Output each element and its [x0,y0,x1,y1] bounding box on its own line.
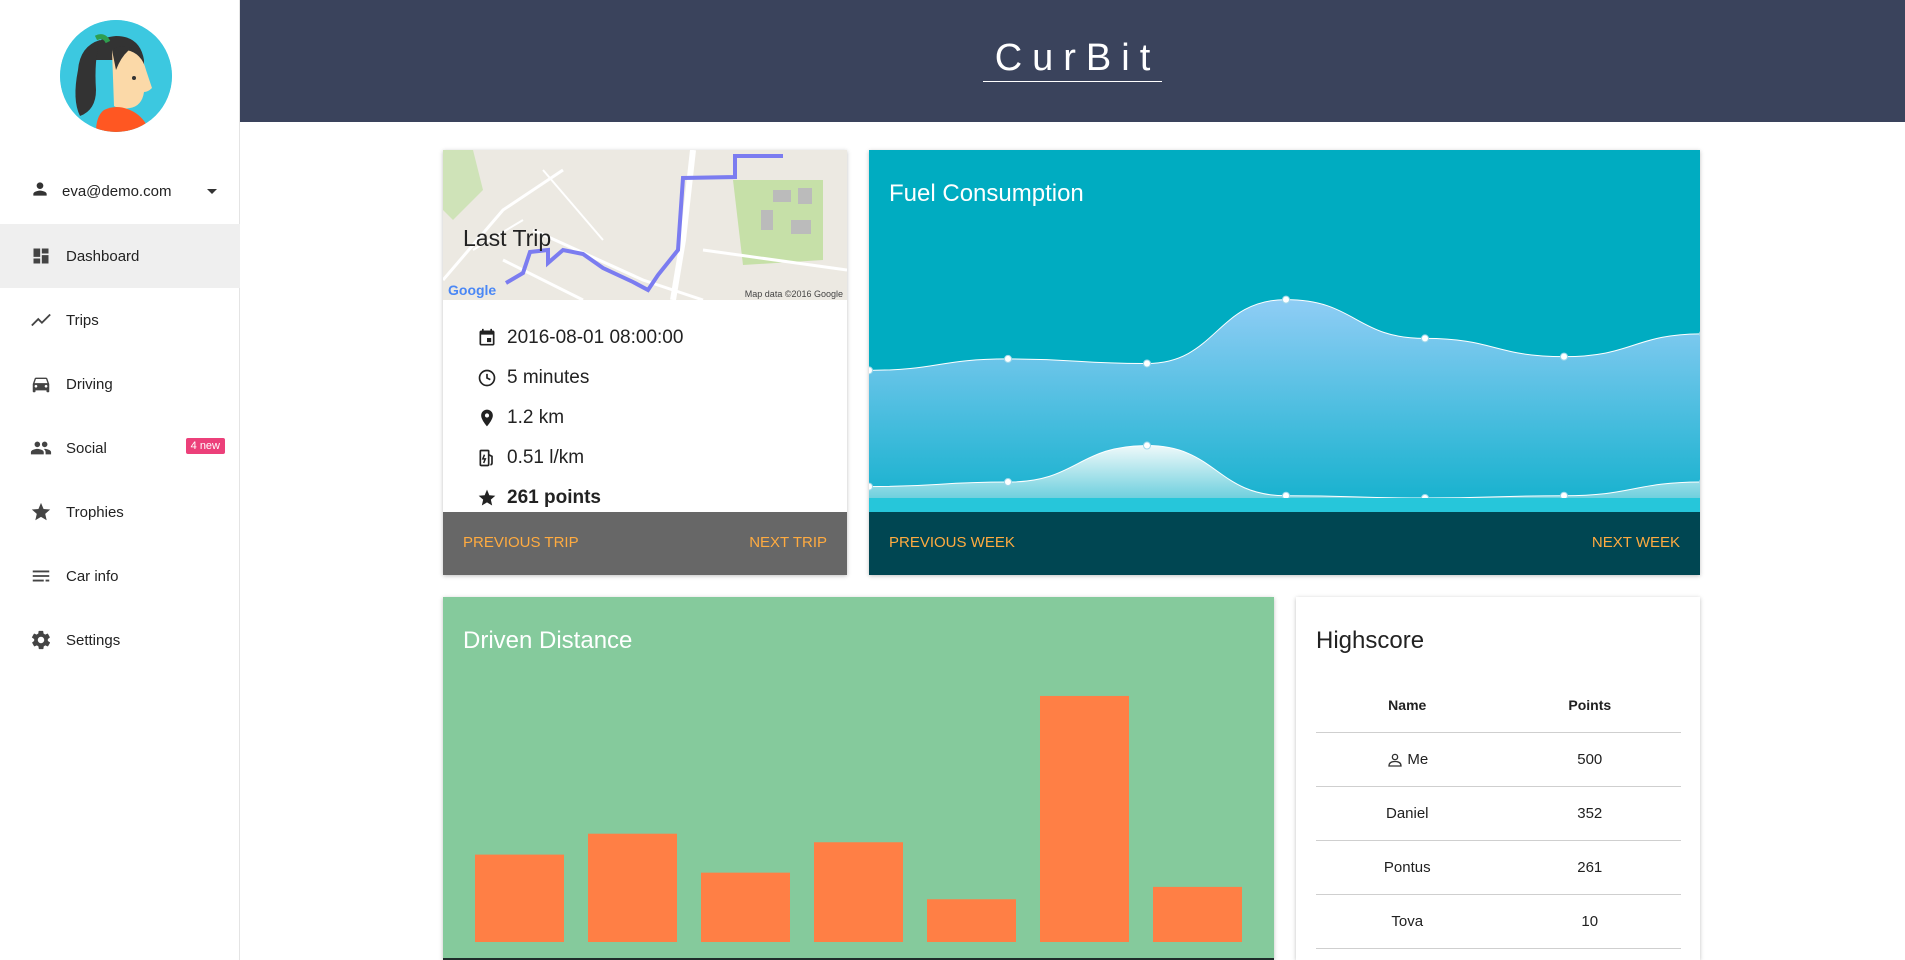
fuel-data-point[interactable] [1004,478,1012,487]
trip-distance: 1.2 km [507,407,565,428]
trending-up-icon [30,309,52,331]
highscore-card: Highscore Name Points Me 500 Daniel 352 [1296,597,1700,960]
name-cell: Daniel [1385,805,1429,822]
table-row[interactable]: Pontus 261 [1316,841,1681,895]
player-name: Me [1407,751,1429,768]
dashboard-icon [30,245,52,267]
user-menu[interactable]: eva@demo.com [0,170,240,212]
distance-bar[interactable] [814,842,903,942]
avatar-illustration [60,20,172,132]
distance-bar[interactable] [1040,695,1129,942]
people-icon [30,437,52,459]
fuel-chart-title: Fuel Consumption [889,180,1084,207]
sidebar-item-label: Driving [66,375,113,393]
highscore-table: Name Points Me 500 Daniel 352 Pontus 261 [1316,677,1681,949]
trip-map[interactable]: Last Trip Google Map data ©2016 Google [443,150,847,300]
sidebar-item-dashboard[interactable]: Dashboard [0,224,240,288]
trip-card-actions: PREVIOUS TRIP NEXT TRIP [443,512,847,575]
distance-bar[interactable] [701,872,790,942]
driven-distance-chart [443,695,1274,960]
fuel-data-point[interactable] [1004,354,1012,363]
list-icon [30,565,52,587]
fuel-data-point[interactable] [869,482,873,491]
map-title: Last Trip [463,225,552,251]
points-cell: 10 [1581,913,1599,930]
name-cell: Pontus [1383,859,1431,876]
trip-consumption: 0.51 l/km [507,447,585,468]
app-root: eva@demo.com Dashboard Trips Driving Soc… [0,0,1905,960]
last-trip-card: Last Trip Google Map data ©2016 Google 2… [443,150,847,575]
clock-icon [475,366,499,390]
sidebar-item-label: Car info [66,567,119,585]
person-icon [30,179,50,204]
next-week-button[interactable]: NEXT WEEK [1592,534,1680,551]
fuel-data-point[interactable] [1421,334,1429,343]
trip-duration: 5 minutes [507,367,590,388]
calendar-icon [475,326,499,350]
fuel-pump-icon [475,446,499,470]
app-title: CurBit [240,37,1905,82]
sidebar-item-label: Social [66,439,107,457]
avatar[interactable] [60,20,172,132]
fuel-data-point[interactable] [1282,295,1290,304]
distance-bar[interactable] [588,833,677,942]
trip-date-row: 2016-08-01 08:00:00 [475,318,683,358]
star-icon [30,501,52,523]
previous-week-button[interactable]: PREVIOUS WEEK [889,534,1015,551]
table-row[interactable]: Daniel 352 [1316,787,1681,841]
map-credit: Map data ©2016 Google [744,289,843,299]
sidebar-item-label: Trips [66,311,99,329]
star-icon [475,486,499,510]
sidebar-item-label: Settings [66,631,121,649]
fuel-data-point[interactable] [1143,441,1151,450]
google-logo: Google [448,282,497,298]
person-outline-icon [1386,751,1404,769]
sidebar-item-social[interactable]: Social 4 new [0,416,240,480]
trip-points: 261 points [507,487,601,508]
distance-bar[interactable] [927,899,1016,942]
distance-bar[interactable] [475,854,564,942]
fuel-data-point[interactable] [869,366,873,375]
car-icon [30,373,52,395]
trip-date: 2016-08-01 08:00:00 [507,327,684,348]
table-header-row: Name Points [1316,677,1681,733]
previous-trip-button[interactable]: PREVIOUS TRIP [463,534,579,551]
sidebar-item-driving[interactable]: Driving [0,352,240,416]
points-cell: 352 [1577,805,1603,822]
sidebar-item-label: Trophies [66,503,124,521]
column-header-name[interactable]: Name [1316,697,1499,713]
trip-duration-row: 5 minutes [475,358,683,398]
fuel-consumption-card: Fuel Consumption PREVIOUS WEEK NEXT WEEK [869,150,1700,575]
sidebar-item-trips[interactable]: Trips [0,288,240,352]
sidebar-item-label: Dashboard [66,247,140,265]
table-row[interactable]: Me 500 [1316,733,1681,787]
fuel-data-point[interactable] [1560,352,1568,361]
points-cell: 261 [1577,859,1603,876]
user-email: eva@demo.com [62,182,172,200]
name-cell: Me [1316,751,1499,769]
name-cell: Tova [1391,913,1424,930]
gear-icon [30,629,52,651]
caret-down-icon[interactable] [206,184,218,202]
sidebar-item-car-info[interactable]: Car info [0,544,240,608]
highscore-title: Highscore [1316,627,1425,654]
location-pin-icon [475,406,499,430]
next-trip-button[interactable]: NEXT TRIP [749,534,827,551]
distance-bar[interactable] [1153,886,1242,942]
fuel-card-actions: PREVIOUS WEEK NEXT WEEK [869,512,1700,575]
fuel-data-point[interactable] [1143,359,1151,368]
trip-details: 2016-08-01 08:00:00 5 minutes 1.2 km 0.5… [475,318,683,518]
trip-consumption-row: 0.51 l/km [475,438,683,478]
fuel-series-area-1 [869,299,1700,498]
sidebar: eva@demo.com Dashboard Trips Driving Soc… [0,0,240,960]
app-header: CurBit [240,0,1905,122]
column-header-points[interactable]: Points [1499,697,1682,713]
points-cell: 500 [1577,751,1603,768]
table-row[interactable]: Tova 10 [1316,895,1681,949]
driven-distance-card: Driven Distance [443,597,1274,960]
sidebar-item-trophies[interactable]: Trophies [0,480,240,544]
trip-distance-row: 1.2 km [475,398,683,438]
notification-badge: 4 new [185,438,225,454]
sidebar-item-settings[interactable]: Settings [0,608,240,672]
